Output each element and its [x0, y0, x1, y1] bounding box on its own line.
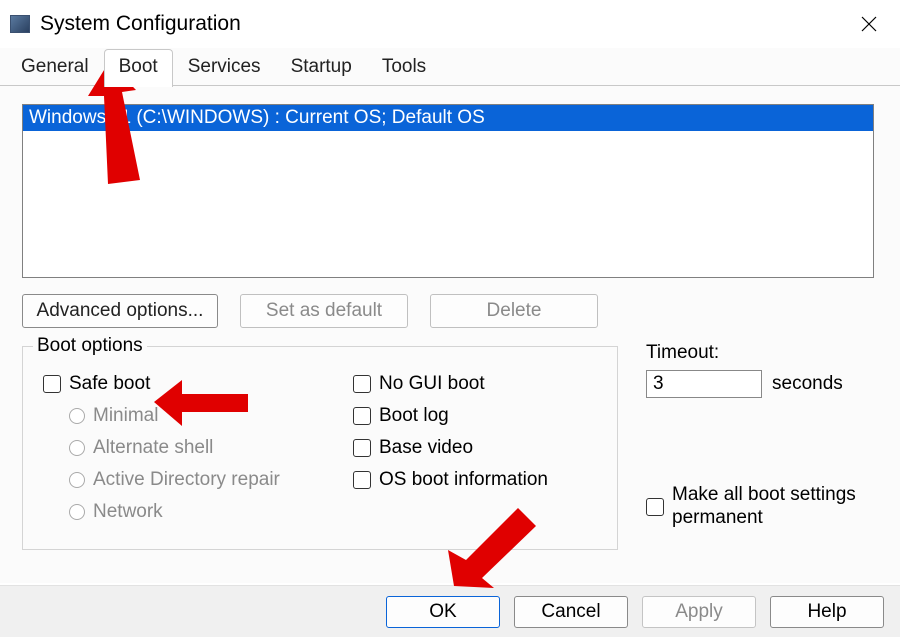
radio-label: Network — [93, 501, 163, 523]
radio-icon — [69, 504, 85, 520]
boot-log-checkbox[interactable]: Boot log — [353, 405, 583, 427]
safe-boot-minimal-radio: Minimal — [69, 405, 313, 427]
os-boot-info-checkbox[interactable]: OS boot information — [353, 469, 583, 491]
apply-button: Apply — [642, 596, 756, 628]
list-action-buttons: Advanced options... Set as default Delet… — [22, 294, 878, 328]
help-button[interactable]: Help — [770, 596, 884, 628]
timeout-unit: seconds — [772, 373, 843, 395]
timeout-column: Timeout: 3 seconds Make all boot setting… — [646, 346, 872, 550]
checkbox-icon — [353, 439, 371, 457]
check-label: Boot log — [379, 405, 449, 427]
tab-startup[interactable]: Startup — [276, 49, 367, 86]
check-label: No GUI boot — [379, 373, 485, 395]
lower-area: Boot options Safe boot Minimal — [22, 346, 878, 550]
make-permanent-checkbox[interactable]: Make all boot settings permanent — [646, 484, 872, 530]
radio-label: Minimal — [93, 405, 158, 427]
radio-label: Active Directory repair — [93, 469, 280, 491]
tab-tools[interactable]: Tools — [367, 49, 441, 86]
tab-services[interactable]: Services — [173, 49, 276, 86]
dialog-button-row: OK Cancel Apply Help — [0, 585, 900, 637]
safe-boot-network-radio: Network — [69, 501, 313, 523]
base-video-checkbox[interactable]: Base video — [353, 437, 583, 459]
titlebar: System Configuration — [0, 0, 900, 48]
boot-entry-selected[interactable]: Windows 11 (C:\WINDOWS) : Current OS; De… — [23, 105, 873, 131]
close-button[interactable] — [846, 1, 892, 47]
checkbox-icon — [353, 407, 371, 425]
checkbox-icon — [353, 471, 371, 489]
timeout-label: Timeout: — [646, 342, 872, 364]
checkbox-icon — [646, 498, 664, 516]
check-label: Base video — [379, 437, 473, 459]
advanced-options-button[interactable]: Advanced options... — [22, 294, 218, 328]
delete-button: Delete — [430, 294, 598, 328]
set-as-default-button: Set as default — [240, 294, 408, 328]
no-gui-boot-checkbox[interactable]: No GUI boot — [353, 373, 583, 395]
radio-label: Alternate shell — [93, 437, 213, 459]
check-label: OS boot information — [379, 469, 548, 491]
safe-boot-label: Safe boot — [69, 373, 150, 395]
cancel-button[interactable]: Cancel — [514, 596, 628, 628]
checkbox-icon — [353, 375, 371, 393]
app-icon — [10, 15, 30, 33]
radio-icon — [69, 472, 85, 488]
safe-boot-adrepair-radio: Active Directory repair — [69, 469, 313, 491]
timeout-input[interactable]: 3 — [646, 370, 762, 398]
safe-boot-altshell-radio: Alternate shell — [69, 437, 313, 459]
boot-entries-list[interactable]: Windows 11 (C:\WINDOWS) : Current OS; De… — [22, 104, 874, 278]
boot-options-legend: Boot options — [33, 335, 147, 357]
tab-general[interactable]: General — [6, 49, 104, 86]
tab-boot[interactable]: Boot — [104, 49, 173, 87]
tabstrip: General Boot Services Startup Tools — [0, 48, 900, 86]
boot-options-group: Boot options Safe boot Minimal — [22, 346, 618, 550]
radio-icon — [69, 408, 85, 424]
boot-panel: Windows 11 (C:\WINDOWS) : Current OS; De… — [0, 86, 900, 583]
radio-icon — [69, 440, 85, 456]
safe-boot-checkbox[interactable]: Safe boot — [43, 373, 313, 395]
make-permanent-label: Make all boot settings permanent — [672, 484, 872, 530]
window-title: System Configuration — [40, 12, 241, 36]
ok-button[interactable]: OK — [386, 596, 500, 628]
checkbox-icon — [43, 375, 61, 393]
system-configuration-window: System Configuration General Boot Servic… — [0, 0, 900, 637]
close-icon — [861, 16, 877, 32]
